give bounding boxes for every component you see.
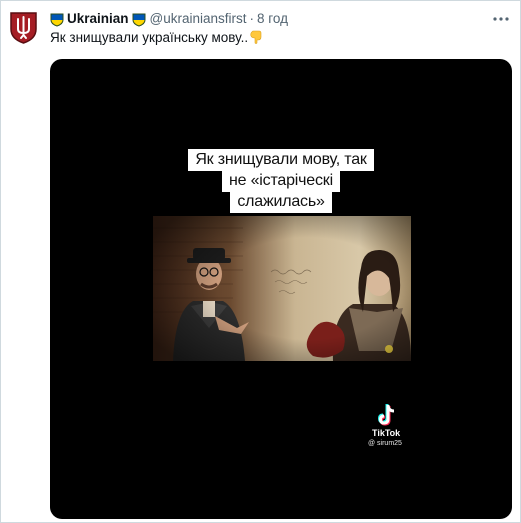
pointing-down-icon xyxy=(249,30,262,44)
tweet-card[interactable]: Ukrainian @ukrainiansfirst · 8 год Як зн… xyxy=(0,0,521,523)
separator-dot: · xyxy=(249,11,255,26)
tiktok-brand: TikTok xyxy=(372,428,401,438)
avatar[interactable] xyxy=(9,11,38,44)
tiktok-logo-icon xyxy=(377,404,397,428)
tweet-header: Ukrainian @ukrainiansfirst · 8 год xyxy=(50,10,288,28)
video-frame xyxy=(153,216,411,361)
user-handle[interactable]: @ukrainiansfirst xyxy=(150,10,247,28)
caption-line: слажилась» xyxy=(230,191,332,213)
caption-line: Як знищували мову, так xyxy=(188,149,374,171)
more-dots-icon xyxy=(493,17,509,21)
timestamp[interactable]: 8 год xyxy=(257,10,288,28)
display-name[interactable]: Ukrainian xyxy=(67,10,129,28)
video-player[interactable]: Як знищували мову, так не «істаріческі с… xyxy=(50,59,512,519)
tweet-text-content: Як знищували українську мову.. xyxy=(50,30,249,45)
tweet-text: Як знищували українську мову.. xyxy=(50,28,262,48)
ukraine-heart-icon xyxy=(50,12,64,27)
ukraine-heart-icon xyxy=(132,12,146,27)
caption-line: не «істаріческі xyxy=(222,170,340,192)
more-options-button[interactable] xyxy=(492,12,510,26)
video-caption: Як знищували мову, так не «істаріческі с… xyxy=(178,149,384,213)
trident-shield-icon xyxy=(10,12,37,44)
tiktok-username: @ sirum25 xyxy=(368,440,402,447)
